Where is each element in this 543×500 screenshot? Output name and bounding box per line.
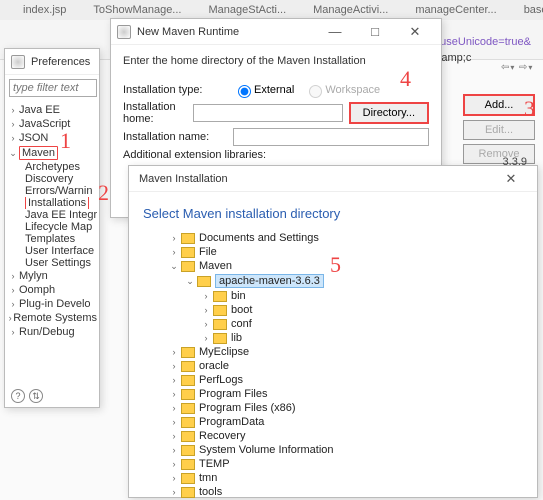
maximize-icon[interactable]: □	[355, 24, 395, 39]
tab[interactable]: index.jsp	[4, 3, 72, 17]
dialog-description: Enter the home directory of the Maven In…	[111, 45, 441, 75]
tree-item[interactable]: Java EE Integr	[7, 209, 97, 221]
tree-item[interactable]: Discovery	[7, 173, 97, 185]
window-titlebar[interactable]: New Maven Runtime — □ ✕	[111, 19, 441, 45]
tree-item[interactable]: ›Plug-in Develo	[7, 297, 97, 311]
tab[interactable]: manageCenter...	[396, 3, 502, 17]
tree-item-installations[interactable]: Installations	[7, 197, 97, 209]
tree-item[interactable]: Templates	[7, 233, 97, 245]
close-icon[interactable]: ✕	[395, 24, 435, 40]
tree-item[interactable]: ›JavaScript	[7, 117, 97, 131]
folder-item-selected[interactable]: ⌄apache-maven-3.6.3	[167, 273, 523, 289]
folder-item-maven[interactable]: ⌄Maven	[167, 259, 523, 273]
folder-item[interactable]: ›tools	[167, 485, 523, 499]
folder-item[interactable]: ›tmn	[167, 471, 523, 485]
window-titlebar: Preferences	[5, 49, 99, 75]
install-type-label: Installation type:	[123, 84, 233, 96]
folder-dialog-header: Select Maven installation directory	[129, 192, 537, 231]
import-export-icon[interactable]: ⇅	[29, 389, 43, 403]
tab[interactable]: ToShowManage...	[74, 3, 187, 17]
folder-item[interactable]: ›Program Files (x86)	[167, 401, 523, 415]
tree-item[interactable]: ›JSON	[7, 131, 97, 145]
folder-item[interactable]: ›Documents and Settings	[167, 231, 523, 245]
runtime-form: Installation type: External Workspace In…	[111, 75, 441, 168]
prefs-footer-icons: ? ⇅	[11, 389, 43, 403]
help-icon[interactable]: ?	[11, 389, 25, 403]
folder-item[interactable]: ›ProgramData	[167, 415, 523, 429]
folder-item[interactable]: ›oracle	[167, 359, 523, 373]
folder-tree[interactable]: ›Documents and Settings ›File ⌄Maven ⌄ap…	[143, 231, 523, 499]
tree-item[interactable]: User Settings	[7, 257, 97, 269]
folder-item[interactable]: ›MyEclipse	[167, 345, 523, 359]
install-name-input[interactable]	[233, 128, 429, 146]
tree-item[interactable]: ›Java EE	[7, 103, 97, 117]
window-title: Preferences	[31, 56, 93, 68]
fwd-icon[interactable]: ⇨	[519, 62, 533, 76]
folder-item[interactable]: ›Program Files	[167, 387, 523, 401]
ext-libs-label: Additional extension libraries:	[123, 149, 266, 161]
folder-item[interactable]: ›boot	[167, 303, 523, 317]
radio-external[interactable]: External	[233, 82, 294, 98]
tree-item[interactable]: User Interface	[7, 245, 97, 257]
folder-item[interactable]: ›lib	[167, 331, 523, 345]
close-icon[interactable]: ✕	[491, 171, 531, 187]
window-titlebar[interactable]: Maven Installation ✕	[129, 166, 537, 192]
edit-button[interactable]: Edit...	[463, 120, 535, 140]
toolbar-right: ⇦ ⇨	[501, 62, 533, 76]
folder-item[interactable]: ›File	[167, 245, 523, 259]
minimize-icon[interactable]: —	[315, 24, 355, 39]
window-title: New Maven Runtime	[137, 26, 315, 38]
eclipse-icon	[11, 55, 25, 69]
maven-installation-window: Maven Installation ✕ Select Maven instal…	[128, 165, 538, 498]
folder-item[interactable]: ›PerfLogs	[167, 373, 523, 387]
tab[interactable]: ManageStActi...	[189, 3, 292, 17]
filter-input[interactable]	[9, 79, 97, 97]
tree-item[interactable]: Archetypes	[7, 161, 97, 173]
window-title: Maven Installation	[139, 173, 491, 185]
editor-tabs: index.jsp ToShowManage... ManageStActi..…	[0, 0, 543, 20]
add-button[interactable]: Add...	[463, 94, 535, 116]
tree-item[interactable]: ›Run/Debug	[7, 325, 97, 339]
install-home-label: Installation home:	[123, 101, 193, 125]
tree-item-maven[interactable]: ⌄Maven	[7, 145, 97, 161]
back-icon[interactable]: ⇦	[501, 62, 515, 76]
install-home-input[interactable]	[193, 104, 343, 122]
folder-item[interactable]: ›bin	[167, 289, 523, 303]
folder-item[interactable]: ›System Volume Information	[167, 443, 523, 457]
folder-item[interactable]: ›TEMP	[167, 457, 523, 471]
radio-workspace[interactable]: Workspace	[304, 82, 380, 98]
runtime-side-buttons: Add... Edit... Remove	[463, 94, 535, 164]
tab[interactable]: ManageActivi...	[294, 3, 394, 17]
directory-button[interactable]: Directory...	[349, 102, 429, 124]
tab[interactable]: baseP	[505, 3, 543, 17]
tree-item[interactable]: ›Oomph	[7, 283, 97, 297]
tree-item[interactable]: Lifecycle Map	[7, 221, 97, 233]
prefs-tree[interactable]: ›Java EE ›JavaScript ›JSON ⌄Maven Archet…	[5, 101, 99, 341]
tree-item[interactable]: ›Remote Systems	[7, 311, 97, 325]
eclipse-icon	[117, 25, 131, 39]
tree-item[interactable]: Errors/Warnin	[7, 185, 97, 197]
folder-item[interactable]: ›conf	[167, 317, 523, 331]
tree-item[interactable]: ›Mylyn	[7, 269, 97, 283]
install-name-label: Installation name:	[123, 131, 233, 143]
preferences-window: Preferences ›Java EE ›JavaScript ›JSON ⌄…	[4, 48, 100, 408]
folder-item[interactable]: ›Recovery	[167, 429, 523, 443]
